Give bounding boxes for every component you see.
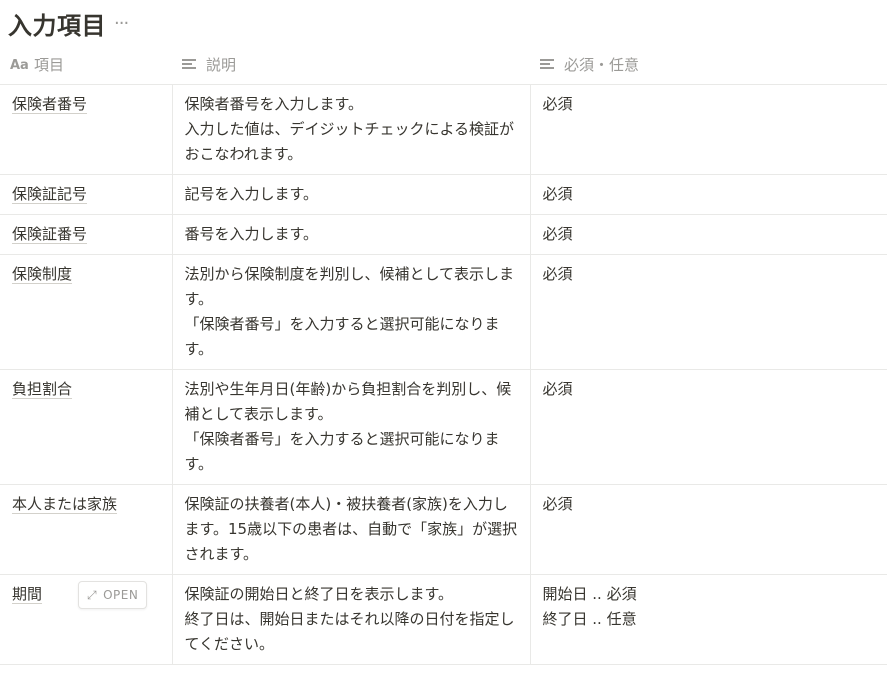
description-text: 保険証の扶養者(本人)・被扶養者(家族)を入力します。15歳以下の患者は、自動で…: [184, 495, 518, 563]
required-cell[interactable]: 必須: [529, 214, 887, 255]
required-text: 終了日 .. 任意: [542, 610, 637, 628]
page-header: 入力項目 ···: [8, 6, 129, 40]
item-name-cell[interactable]: 期間 ⤢ OPEN: [0, 574, 172, 665]
required-text: 開始日 .. 必須: [542, 585, 637, 603]
required-cell[interactable]: 必須: [529, 484, 887, 575]
item-name[interactable]: 期間: [12, 585, 42, 603]
required-text: 必須: [542, 225, 573, 243]
column-header-label: 説明: [206, 55, 237, 74]
required-cell[interactable]: 必須: [529, 174, 887, 215]
page-title: 入力項目: [8, 11, 106, 40]
description-text: 入力した値は、デイジットチェックによる検証がおこなわれます。: [184, 120, 515, 163]
database-table: Aa 項目 説明 必須・任意 保険者番号 保険者番号を入力します。入力した値は、デイ…: [0, 44, 887, 665]
description-text: 法別や生年月日(年齢)から負担割合を判別し、候補として表示します。: [184, 380, 512, 423]
column-header-item[interactable]: Aa 項目: [0, 44, 172, 85]
description-cell[interactable]: 保険証の開始日と終了日を表示します。終了日は、開始日またはそれ以降の日付を指定し…: [171, 574, 530, 665]
table-row[interactable]: 保険証記号 記号を入力します。 必須: [0, 174, 887, 215]
description-cell[interactable]: 法別から保険制度を判別し、候補として表示します。 「保険者番号」を入力すると選択可…: [171, 254, 530, 370]
item-name[interactable]: 保険者番号: [12, 95, 87, 113]
table-row[interactable]: 保険制度 法別から保険制度を判別し、候補として表示します。 「保険者番号」を入力する…: [0, 254, 887, 370]
open-button[interactable]: ⤢ OPEN: [78, 581, 148, 609]
required-cell[interactable]: 必須: [529, 369, 887, 485]
description-cell[interactable]: 法別や生年月日(年齢)から負担割合を判別し、候補として表示します。 「保険者番号」…: [171, 369, 530, 485]
required-cell[interactable]: 必須: [529, 84, 887, 175]
description-text: 「保険者番号」を入力すると選択可能になります。: [184, 430, 500, 473]
item-name-cell[interactable]: 本人または家族: [0, 484, 172, 575]
item-name-cell[interactable]: 保険証番号: [0, 214, 172, 255]
table-row[interactable]: 本人または家族 保険証の扶養者(本人)・被扶養者(家族)を入力します。15歳以下の…: [0, 484, 887, 575]
column-header-label: 必須・任意: [564, 55, 640, 74]
description-text: 「保険者番号」を入力すると選択可能になります。: [184, 315, 500, 358]
column-header-required[interactable]: 必須・任意: [530, 44, 887, 85]
table-row[interactable]: 保険者番号 保険者番号を入力します。入力した値は、デイジットチェックによる検証がお…: [0, 84, 887, 175]
item-name[interactable]: 保険証記号: [12, 185, 87, 203]
column-header-description[interactable]: 説明: [172, 44, 530, 85]
required-text: 必須: [542, 95, 573, 113]
required-text: 必須: [542, 495, 573, 513]
open-button-label: OPEN: [103, 587, 139, 602]
required-text: 必須: [542, 380, 573, 398]
table-row[interactable]: 期間 ⤢ OPEN 保険証の開始日と終了日を表示します。終了日は、開始日またはそれ以降…: [0, 574, 887, 665]
required-text: 必須: [542, 265, 573, 283]
aa-title-icon: Aa: [10, 57, 29, 73]
item-name[interactable]: 保険証番号: [12, 225, 87, 243]
description-text: 番号を入力します。: [184, 225, 319, 243]
column-header-label: 項目: [34, 55, 65, 74]
expand-diagonal-icon: ⤢: [87, 587, 98, 602]
description-text: 法別から保険制度を判別し、候補として表示します。: [184, 265, 515, 308]
table-header-row: Aa 項目 説明 必須・任意: [0, 44, 887, 85]
description-text: 保険証の開始日と終了日を表示します。: [184, 585, 454, 603]
required-cell[interactable]: 開始日 .. 必須 終了日 .. 任意: [529, 574, 887, 665]
item-name-cell[interactable]: 保険制度: [0, 254, 172, 370]
description-cell[interactable]: 保険証の扶養者(本人)・被扶養者(家族)を入力します。15歳以下の患者は、自動で…: [171, 484, 530, 575]
required-text: 必須: [542, 185, 573, 203]
item-name[interactable]: 負担割合: [12, 380, 72, 398]
description-text: 終了日は、開始日またはそれ以降の日付を指定してください。: [184, 610, 515, 653]
description-text: 保険者番号を入力します。: [184, 95, 364, 113]
required-cell[interactable]: 必須: [529, 254, 887, 370]
item-name[interactable]: 本人または家族: [12, 495, 117, 513]
item-name-cell[interactable]: 負担割合: [0, 369, 172, 485]
text-lines-icon: [540, 56, 558, 74]
text-lines-icon: [182, 56, 200, 74]
description-text: 記号を入力します。: [184, 185, 319, 203]
item-name-cell[interactable]: 保険証記号: [0, 174, 172, 215]
description-cell[interactable]: 記号を入力します。: [171, 174, 530, 215]
description-cell[interactable]: 保険者番号を入力します。入力した値は、デイジットチェックによる検証がおこなわれま…: [171, 84, 530, 175]
description-cell[interactable]: 番号を入力します。: [171, 214, 530, 255]
item-name[interactable]: 保険制度: [12, 265, 72, 283]
item-name-cell[interactable]: 保険者番号: [0, 84, 172, 175]
table-row[interactable]: 負担割合 法別や生年月日(年齢)から負担割合を判別し、候補として表示します。 「保険…: [0, 369, 887, 485]
table-row[interactable]: 保険証番号 番号を入力します。 必須: [0, 214, 887, 255]
more-horizontal-icon[interactable]: ···: [114, 13, 129, 34]
